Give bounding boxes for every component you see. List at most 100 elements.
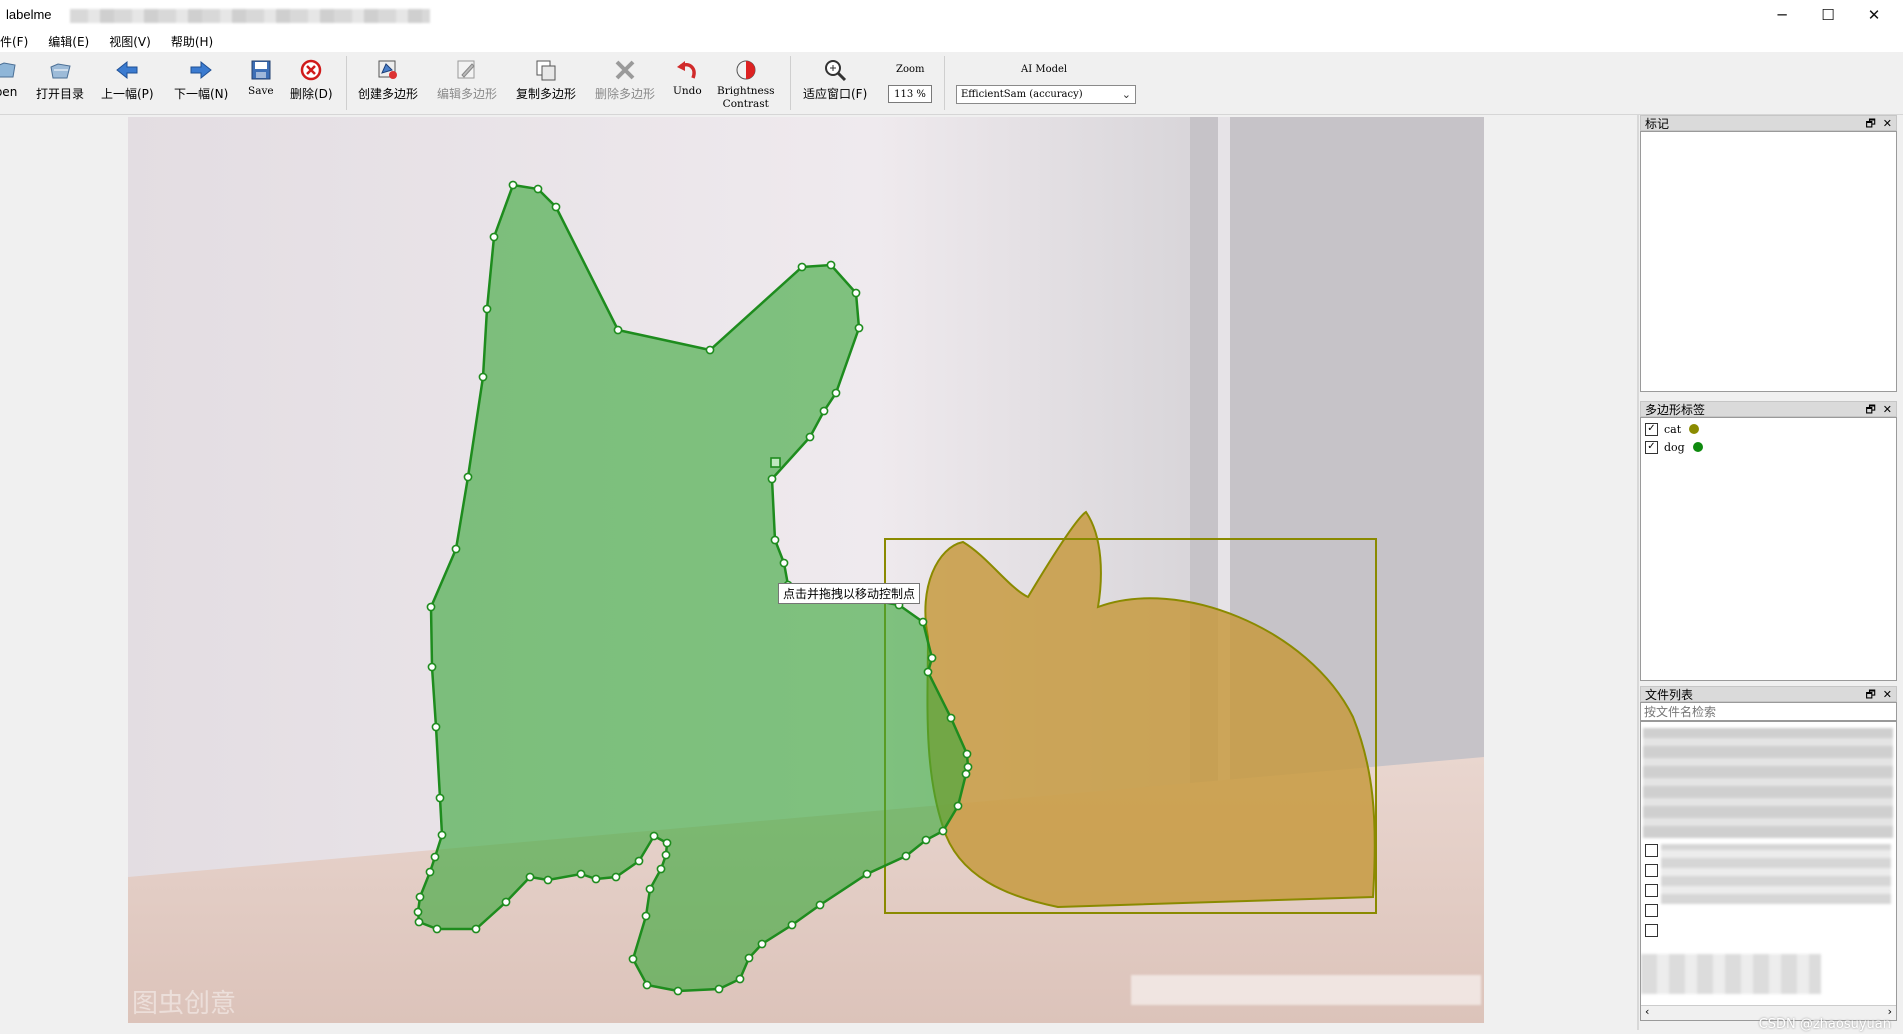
polygon-vertex-handle[interactable] bbox=[543, 875, 553, 885]
polygon-vertex-handle[interactable] bbox=[427, 662, 437, 672]
polygon-vertex-handle[interactable] bbox=[962, 749, 972, 759]
polygon-vertex-handle[interactable] bbox=[815, 900, 825, 910]
prev-image-button[interactable]: 上一幅(P) bbox=[101, 58, 154, 102]
polygon-vertex-handle[interactable] bbox=[435, 793, 445, 803]
polygon-vertex-handle[interactable] bbox=[642, 980, 652, 990]
polygon-vertex-handle[interactable] bbox=[705, 345, 715, 355]
polygon-vertex-handle[interactable] bbox=[854, 323, 864, 333]
polygon-vertex-handle[interactable] bbox=[767, 474, 777, 484]
polygon-vertex-handle[interactable] bbox=[797, 262, 807, 272]
polygon-vertex-handle[interactable] bbox=[533, 184, 543, 194]
zoom-input[interactable]: 113 % bbox=[888, 85, 932, 103]
annotated-image[interactable]: 图虫创意 bbox=[128, 117, 1484, 1023]
polygon-vertex-handle[interactable] bbox=[805, 432, 815, 442]
polygon-vertex-handle[interactable] bbox=[508, 180, 518, 190]
next-image-button[interactable]: 下一幅(N) bbox=[174, 58, 228, 102]
save-button[interactable]: Save bbox=[248, 58, 274, 98]
polygon-vertex-handle[interactable] bbox=[662, 838, 672, 848]
float-dock-icon[interactable]: 🗗 bbox=[1865, 403, 1875, 416]
checkbox-checked-icon[interactable]: ✓ bbox=[1645, 440, 1658, 454]
hovered-vertex-handle[interactable] bbox=[770, 457, 781, 468]
file-checkbox[interactable] bbox=[1645, 924, 1658, 937]
polygon-vertex-handle[interactable] bbox=[611, 872, 621, 882]
polygon-vertex-handle[interactable] bbox=[430, 852, 440, 862]
close-dock-icon[interactable]: ✕ bbox=[1883, 403, 1892, 416]
undo-button[interactable]: Undo bbox=[673, 58, 702, 98]
file-checkbox[interactable] bbox=[1645, 904, 1658, 917]
polygon-vertex-handle[interactable] bbox=[413, 907, 423, 917]
polygon-vertex-handle[interactable] bbox=[918, 617, 928, 627]
polygon-vertex-handle[interactable] bbox=[862, 869, 872, 879]
polygon-vertex-handle[interactable] bbox=[744, 953, 754, 963]
polygon-vertex-handle[interactable] bbox=[826, 260, 836, 270]
polygon-vertex-handle[interactable] bbox=[921, 835, 931, 845]
polygon-vertex-handle[interactable] bbox=[463, 472, 473, 482]
maximize-button[interactable]: ☐ bbox=[1805, 0, 1851, 30]
polygon-vertex-handle[interactable] bbox=[645, 884, 655, 894]
polygon-vertex-handle[interactable] bbox=[414, 917, 424, 927]
file-list[interactable]: ‹ › bbox=[1640, 721, 1897, 1021]
polygon-vertex-handle[interactable] bbox=[525, 872, 535, 882]
minimize-button[interactable]: ─ bbox=[1759, 0, 1805, 30]
open-button[interactable]: pen bbox=[0, 58, 18, 99]
polygon-vertex-handle[interactable] bbox=[641, 911, 651, 921]
file-checkbox[interactable] bbox=[1645, 844, 1658, 857]
polygon-vertex-handle[interactable] bbox=[426, 602, 436, 612]
file-checkbox[interactable] bbox=[1645, 884, 1658, 897]
menu-file[interactable]: 件(F) bbox=[0, 33, 38, 50]
float-dock-icon[interactable]: 🗗 bbox=[1865, 688, 1875, 701]
polygon-vertex-handle[interactable] bbox=[591, 874, 601, 884]
polygon-vertex-handle[interactable] bbox=[901, 851, 911, 861]
polygon-vertex-handle[interactable] bbox=[831, 388, 841, 398]
polygon-vertex-handle[interactable] bbox=[938, 826, 948, 836]
polygon-vertex-handle[interactable] bbox=[551, 202, 561, 212]
polygon-vertex-handle[interactable] bbox=[437, 830, 447, 840]
open-dir-button[interactable]: 打开目录 bbox=[36, 58, 84, 102]
menu-help[interactable]: 帮助(H) bbox=[161, 33, 223, 50]
polygon-vertex-handle[interactable] bbox=[649, 831, 659, 841]
file-search-input[interactable]: 按文件名检索 bbox=[1640, 702, 1897, 721]
polygon-vertex-handle[interactable] bbox=[819, 406, 829, 416]
polygon-vertex-handle[interactable] bbox=[953, 801, 963, 811]
polygon-vertex-handle[interactable] bbox=[735, 974, 745, 984]
brightness-contrast-button[interactable]: Brightness Contrast bbox=[717, 58, 775, 111]
polygon-vertex-handle[interactable] bbox=[432, 924, 442, 934]
polygon-vertex-handle[interactable] bbox=[963, 762, 973, 772]
copy-polygon-button[interactable]: 复制多边形 bbox=[516, 58, 576, 102]
polygon-vertex-handle[interactable] bbox=[946, 713, 956, 723]
polygon-vertex-handle[interactable] bbox=[489, 232, 499, 242]
polygon-vertex-handle[interactable] bbox=[927, 653, 937, 663]
list-item[interactable]: ✓ dog bbox=[1641, 438, 1896, 456]
create-polygon-button[interactable]: 创建多边形 bbox=[358, 58, 418, 102]
polygon-vertex-handle[interactable] bbox=[482, 304, 492, 314]
delete-polygon-button[interactable]: 删除多边形 bbox=[595, 58, 655, 102]
polygon-vertex-handle[interactable] bbox=[471, 924, 481, 934]
polygon-vertex-handle[interactable] bbox=[425, 867, 435, 877]
fit-window-button[interactable]: 适应窗口(F) bbox=[803, 58, 867, 102]
scroll-left-icon[interactable]: ‹ bbox=[1645, 1005, 1649, 1018]
menu-edit[interactable]: 编辑(E) bbox=[38, 33, 99, 50]
polygon-vertex-handle[interactable] bbox=[656, 864, 666, 874]
polygon-vertex-handle[interactable] bbox=[961, 769, 971, 779]
close-dock-icon[interactable]: ✕ bbox=[1883, 117, 1892, 130]
polygon-vertex-handle[interactable] bbox=[661, 850, 671, 860]
polygon-vertex-handle[interactable] bbox=[779, 558, 789, 568]
close-dock-icon[interactable]: ✕ bbox=[1883, 688, 1892, 701]
polygon-vertex-handle[interactable] bbox=[628, 954, 638, 964]
float-dock-icon[interactable]: 🗗 bbox=[1865, 117, 1875, 130]
polygon-labels-list[interactable]: ✓ cat ✓ dog bbox=[1640, 417, 1897, 681]
menu-view[interactable]: 视图(V) bbox=[99, 33, 161, 50]
polygon-vertex-handle[interactable] bbox=[923, 667, 933, 677]
file-checkbox[interactable] bbox=[1645, 864, 1658, 877]
polygon-vertex-handle[interactable] bbox=[613, 325, 623, 335]
polygon-vertex-handle[interactable] bbox=[415, 892, 425, 902]
polygon-vertex-handle[interactable] bbox=[673, 986, 683, 996]
polygon-vertex-handle[interactable] bbox=[501, 897, 511, 907]
close-window-button[interactable]: ✕ bbox=[1851, 0, 1897, 30]
polygon-vertex-handle[interactable] bbox=[634, 856, 644, 866]
polygon-vertex-handle[interactable] bbox=[451, 544, 461, 554]
checkbox-checked-icon[interactable]: ✓ bbox=[1645, 422, 1658, 436]
flags-list[interactable] bbox=[1640, 131, 1897, 392]
polygon-vertex-handle[interactable] bbox=[714, 984, 724, 994]
polygon-vertex-handle[interactable] bbox=[757, 939, 767, 949]
